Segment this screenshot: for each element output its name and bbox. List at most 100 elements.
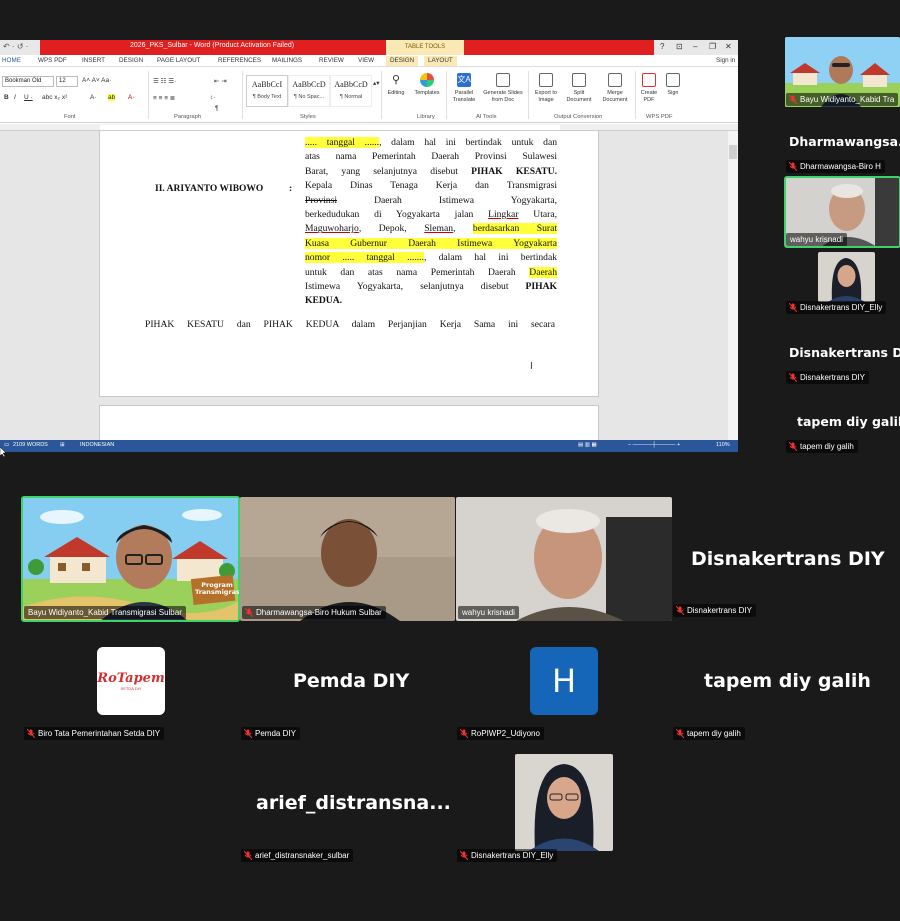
sign-in-link[interactable]: Sign in [716,57,735,64]
sidebar-tile-bayu[interactable]: Bayu Widiyanto_Kabid Tra [785,37,900,107]
split-document-button[interactable]: Split Document [563,73,595,104]
document-text-run: Daerah [529,266,557,278]
document-text-run: Daerah Istimewa Yogyakarta, [337,194,557,206]
sidebar-tile-wahyu[interactable]: wahyu krisnadi [784,176,900,248]
document-text-run: Lingkar [488,209,519,221]
zoom-level[interactable]: 110% [716,442,730,448]
document-line: Kepala Dinas Tenaga Kerja dan Transmigra… [305,179,557,193]
pilcrow-icon[interactable]: ¶ [215,105,219,112]
document-text-run: untuk dan atas nama Pemerintah Daerah [305,266,530,278]
merge-document-button[interactable]: Merge Document [597,73,633,104]
mic-off-icon [244,729,252,738]
style-body-text[interactable]: AaBbCcI ¶ Body Text [246,75,288,107]
close-icon[interactable]: ✕ [725,42,732,51]
separator [446,71,447,119]
window-title: 2026_PKS_Sulbar - Word (Product Activati… [130,42,295,49]
tab-references[interactable]: REFERENCES [218,57,261,64]
editing-button[interactable]: ⚲ Editing [383,73,409,97]
proofing-icon[interactable]: ⊞ [60,442,65,448]
bullets-icon[interactable]: ☰ ☷ ☰· [153,77,176,85]
bold-icon[interactable]: B [4,94,9,101]
tab-home[interactable]: HOME [2,57,21,64]
italic-icon[interactable]: I [14,94,16,101]
align-icons[interactable]: ≡ ≡ ≡ ≣ [153,94,175,102]
help-icon[interactable]: ? [660,42,664,51]
document-text-run: Maguwoharjo [305,223,359,235]
separator [635,71,636,119]
font-color-icon[interactable]: A· [128,94,135,101]
tab-table-layout[interactable]: LAYOUT [424,56,457,66]
document-line: atas nama Pemerintah Daerah Provinsi Sul… [305,150,557,164]
font-name-select[interactable]: Bookman Old [2,76,54,87]
participant-label: Biro Tata Pemerintahan Setda DIY [24,727,165,740]
tile-bayu[interactable]: Program Transmigrasi Bayu Widiyanto_Kabi… [21,496,240,622]
highlight-icon[interactable]: ab [108,94,116,101]
participant-label: tapem diy galih [673,727,745,740]
tab-insert[interactable]: INSERT [82,57,105,64]
group-ai-tools: AI Tools [476,114,497,120]
mic-off-icon [27,729,35,738]
generate-slides-button[interactable]: Generate Slides from Doc [481,73,525,104]
document-area: II. ARIYANTO WIBOWO : ..... tanggal ....… [0,131,738,445]
templates-button[interactable]: Templates [410,73,444,97]
participant-label: tapem diy galih [786,440,858,453]
document-page[interactable]: II. ARIYANTO WIBOWO : ..... tanggal ....… [99,131,599,397]
sign-button[interactable]: Sign [662,73,684,97]
ribbon-display-icon[interactable]: ⊡ [676,42,683,51]
next-page [99,405,599,445]
language-status[interactable]: INDONESIAN [80,442,114,448]
sidebar-tile-elly[interactable] [818,252,875,302]
tile-wahyu[interactable]: wahyu krisnadi [456,497,672,621]
tile-tapem-name: tapem diy galih [704,670,871,692]
tab-view[interactable]: VIEW [358,57,374,64]
table-tools-label: TABLE TOOLS [386,40,464,55]
grow-font-icon[interactable]: A˄ A˅ Aa· [82,77,111,84]
word-count[interactable]: 2109 WORDS [13,442,48,448]
vertical-scrollbar[interactable] [728,131,738,440]
font-size-select[interactable]: 12 [56,76,78,87]
line-spacing-icon[interactable]: ↕· [210,94,215,101]
tab-review[interactable]: REVIEW [319,57,344,64]
zoom-slider[interactable]: – ─────┼───── + [628,442,680,448]
wahyu-video-large [456,497,672,621]
tab-mailings[interactable]: MAILINGS [272,57,302,64]
participant-label: Bayu Widiyanto_Kabid Transmigrasi Sulbar [24,606,186,619]
participant-label: wahyu krisnadi [458,606,519,619]
view-mode-icons[interactable]: ▤ ▥ ▦ [578,442,597,448]
minimize-icon[interactable]: – [693,42,697,51]
tab-table-design[interactable]: DESIGN [386,56,419,66]
program-sign: Program Transmigrasi [195,581,239,596]
indent-icon[interactable]: ⇤ ⇥ [214,77,227,85]
mic-off-icon [789,442,797,451]
style-preview: AaBbCcD [334,80,368,89]
restore-icon[interactable]: ❐ [709,42,716,51]
scroll-thumb[interactable] [729,145,737,159]
binoculars-icon: ⚲ [389,73,403,87]
style-no-spacing[interactable]: AaBbCcD ¶ No Spac... [288,75,330,107]
tab-page-layout[interactable]: PAGE LAYOUT [157,57,201,64]
export-image-button[interactable]: Export to Image [530,73,562,104]
style-normal[interactable]: AaBbCcD ¶ Normal [330,75,372,107]
participant-name: tapem diy galih [800,442,854,451]
document-text-run: , Depok, [358,223,425,235]
separator [528,71,529,119]
participant-label: Disnakertrans DIY [786,371,869,384]
document-text-run: berkedudukan di Yogyakarta jalan [305,209,489,221]
mic-off-icon [460,729,468,738]
participant-label: Pemda DIY [241,727,300,740]
quick-access-undo-icon[interactable]: ↶ · ↺ · [3,42,28,51]
strikethrough-icon[interactable]: abc x₂ x² [42,94,67,101]
parallel-translate-button[interactable]: 文A Parallel Translate [448,73,480,104]
text-effects-icon[interactable]: A· [90,94,97,101]
participant-label: Disnakertrans DIY_Elly [786,301,887,314]
group-paragraph: Paragraph [174,114,202,120]
tile-elly[interactable] [515,754,613,851]
logo-subtext: SETDA DIY [120,686,142,691]
tile-dharmawangsa[interactable]: Dharmawangsa-Biro Hukum Sulbar [240,497,455,621]
underline-icon[interactable]: U · [24,94,33,101]
create-pdf-button[interactable]: Create PDF [637,73,661,104]
tab-design[interactable]: DESIGN [119,57,143,64]
tab-wps-pdf[interactable]: WPS PDF [38,57,67,64]
slides-icon [496,73,510,87]
styles-more-icon[interactable]: ▴▾ [373,79,380,87]
